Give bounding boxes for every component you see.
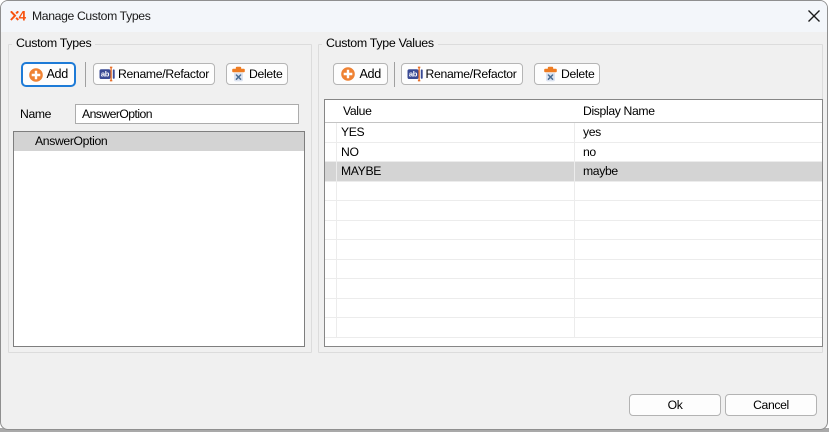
svg-text:ab: ab (408, 70, 417, 79)
svg-text:ab: ab (101, 70, 110, 79)
svg-text:4: 4 (19, 11, 27, 22)
